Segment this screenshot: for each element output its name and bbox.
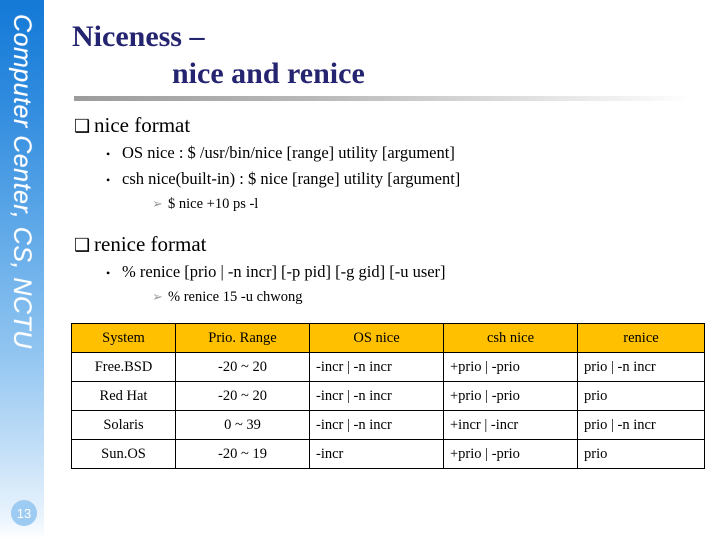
cell-prio-range: -20 ~ 20 (175, 352, 310, 382)
round-bullet-icon: • (106, 147, 111, 161)
section-heading-label: renice format (94, 232, 207, 256)
cell-os-nice: -incr | -n incr (309, 352, 444, 382)
page-title: Niceness – nice and renice (72, 18, 692, 92)
cell-prio-range: -20 ~ 20 (175, 381, 310, 411)
title-divider-rule (74, 96, 694, 101)
cell-renice: prio (577, 381, 705, 411)
section-heading-renice-format: ❑ renice format (74, 231, 704, 259)
square-bullet-icon: ❑ (74, 116, 91, 136)
cell-system: Free.BSD (71, 352, 176, 382)
cell-os-nice: -incr (309, 439, 444, 469)
cell-system: Solaris (71, 410, 176, 440)
table-header-row: System Prio. Range OS nice csh nice reni… (71, 323, 705, 353)
table-row: Free.BSD -20 ~ 20 -incr | -n incr +prio … (71, 352, 705, 382)
cell-system: Red Hat (71, 381, 176, 411)
cell-csh-nice: +incr | -incr (443, 410, 578, 440)
slide-body: ❑ nice format • OS nice : $ /usr/bin/nic… (74, 110, 704, 308)
cell-prio-range: 0 ~ 39 (175, 410, 310, 440)
square-bullet-icon: ❑ (74, 235, 91, 255)
sidebar-banner: Computer Center, CS, NCTU (0, 0, 44, 540)
cell-renice: prio | -n incr (577, 410, 705, 440)
round-bullet-icon: • (106, 266, 111, 280)
list-item: • % renice [prio | -n incr] [-p pid] [-g… (106, 260, 704, 285)
sidebar-banner-label: Computer Center, CS, NCTU (8, 14, 37, 349)
section-heading-nice-format: ❑ nice format (74, 112, 704, 140)
list-item: • csh nice(built-in) : $ nice [range] ut… (106, 167, 704, 192)
page-title-line-2: nice and renice (172, 57, 365, 90)
arrow-bullet-icon: ➢ (152, 196, 163, 211)
column-header-os-nice: OS nice (309, 323, 444, 353)
os-comparison-table-wrapper: System Prio. Range OS nice csh nice reni… (71, 323, 705, 469)
page-title-line-1: Niceness – (72, 20, 205, 53)
list-item-label: % renice [prio | -n incr] [-p pid] [-g g… (122, 262, 446, 281)
cell-csh-nice: +prio | -prio (443, 352, 578, 382)
os-comparison-table: System Prio. Range OS nice csh nice reni… (71, 323, 705, 469)
section-heading-label: nice format (94, 113, 191, 137)
arrow-bullet-icon: ➢ (152, 289, 163, 304)
column-header-renice: renice (577, 323, 705, 353)
cell-os-nice: -incr | -n incr (309, 410, 444, 440)
column-header-system: System (71, 323, 176, 353)
cell-csh-nice: +prio | -prio (443, 381, 578, 411)
table-row: Sun.OS -20 ~ 19 -incr +prio | -prio prio (71, 439, 705, 469)
cell-prio-range: -20 ~ 19 (175, 439, 310, 469)
list-item-label: % renice 15 ‑u chwong (168, 289, 303, 305)
list-item: • OS nice : $ /usr/bin/nice [range] util… (106, 141, 704, 166)
table-row: Solaris 0 ~ 39 -incr | -n incr +incr | -… (71, 410, 705, 440)
list-item: ➢ % renice 15 ‑u chwong (152, 286, 704, 308)
list-item-label: OS nice : $ /usr/bin/nice [range] utilit… (122, 143, 455, 162)
cell-os-nice: -incr | -n incr (309, 381, 444, 411)
round-bullet-icon: • (106, 173, 111, 187)
slide-canvas: Computer Center, CS, NCTU 13 Niceness – … (0, 0, 720, 540)
table-row: Red Hat -20 ~ 20 -incr | -n incr +prio |… (71, 381, 705, 411)
cell-csh-nice: +prio | -prio (443, 439, 578, 469)
cell-renice: prio (577, 439, 705, 469)
page-number-badge: 13 (11, 500, 37, 526)
list-item-label: csh nice(built-in) : $ nice [range] util… (122, 169, 461, 188)
list-item-label: $ nice +10 ps -l (168, 196, 259, 212)
column-header-csh-nice: csh nice (443, 323, 578, 353)
column-header-prio-range: Prio. Range (175, 323, 310, 353)
cell-system: Sun.OS (71, 439, 176, 469)
list-item: ➢ $ nice +10 ps -l (152, 193, 704, 215)
cell-renice: prio | -n incr (577, 352, 705, 382)
